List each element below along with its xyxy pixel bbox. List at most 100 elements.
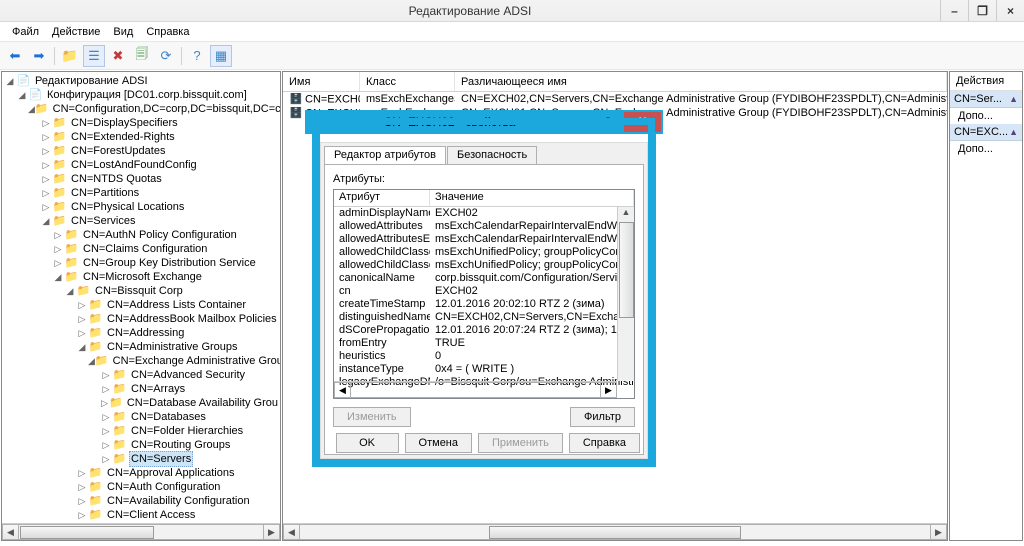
- tree-item[interactable]: ▷📁CN=Group Key Distribution Service: [2, 256, 280, 270]
- refresh-icon[interactable]: 🗐: [131, 45, 153, 67]
- maximize-button[interactable]: ❐: [968, 0, 996, 21]
- tree-exchgroup[interactable]: ◢📁CN=Exchange Administrative Grou: [2, 354, 280, 368]
- tree-item[interactable]: ▷📁CN=DisplaySpecifiers: [2, 116, 280, 130]
- dialog-close-button[interactable]: X: [624, 112, 661, 132]
- tree-item[interactable]: ▷📁CN=Addressing: [2, 326, 280, 340]
- ok-button[interactable]: OK: [336, 433, 399, 453]
- help-button[interactable]: Справка: [569, 433, 640, 453]
- folder-icon: 📁: [52, 131, 67, 143]
- attr-row[interactable]: fromEntryTRUE: [334, 337, 634, 350]
- actions-more[interactable]: Допо...: [950, 108, 1022, 124]
- tree-config-node[interactable]: ◢📄Конфигурация [DC01.corp.bissquit.com]: [2, 88, 280, 102]
- tree-admingroups[interactable]: ◢📁CN=Administrative Groups: [2, 340, 280, 354]
- attr-row[interactable]: heuristics0: [334, 350, 634, 363]
- attr-row[interactable]: allowedAttributesmsExchCalendarRepairInt…: [334, 220, 634, 233]
- tree-msexch[interactable]: ◢📁CN=Microsoft Exchange: [2, 270, 280, 284]
- attr-row[interactable]: adminDisplayNameEXCH02: [334, 207, 634, 220]
- close-button[interactable]: ×: [996, 0, 1024, 21]
- folder-icon: 📁: [52, 117, 67, 129]
- tree-item[interactable]: ▷📁CN=ForestUpdates: [2, 144, 280, 158]
- folder-icon: 📁: [64, 257, 79, 269]
- tree-item[interactable]: ▷📁CN=Client Access: [2, 508, 280, 522]
- tree-item[interactable]: ▷📁CN=AddressBook Mailbox Policies: [2, 312, 280, 326]
- folder-icon: 📁: [112, 439, 127, 451]
- scroll-right-icon[interactable]: ▶: [930, 524, 947, 540]
- tree-item[interactable]: ▷📁CN=Partitions: [2, 186, 280, 200]
- attr-row[interactable]: cnEXCH02: [334, 285, 634, 298]
- list-header-dn[interactable]: Различающееся имя: [455, 72, 947, 91]
- attr-row[interactable]: dSCorePropagationD...12.01.2016 20:07:24…: [334, 324, 634, 337]
- tree-view-icon[interactable]: ☰: [83, 45, 105, 67]
- attr-row[interactable]: createTimeStamp12.01.2016 20:02:10 RTZ 2…: [334, 298, 634, 311]
- tree-item[interactable]: ▷📁CN=AuthN Policy Configuration: [2, 228, 280, 242]
- tree-item[interactable]: ▷📁CN=Extended-Rights: [2, 130, 280, 144]
- tree-item[interactable]: ▷📁CN=Advanced Security: [2, 368, 280, 382]
- back-icon[interactable]: ⬅: [4, 45, 26, 67]
- tree-servers[interactable]: ▷📁CN=Servers: [2, 452, 280, 466]
- menu-action[interactable]: Действие: [46, 24, 106, 40]
- tree-biss[interactable]: ◢📁CN=Bissquit Corp: [2, 284, 280, 298]
- tree-item[interactable]: ▷📁CN=LostAndFoundConfig: [2, 158, 280, 172]
- attr-vscroll[interactable]: ▲: [617, 207, 634, 381]
- tab-security[interactable]: Безопасность: [447, 146, 537, 164]
- tree-item[interactable]: ▷📁CN=Database Availability Grou: [2, 396, 280, 410]
- panel-icon[interactable]: ▦: [210, 45, 232, 67]
- export-icon[interactable]: ⟳: [155, 45, 177, 67]
- tree-root-node[interactable]: ◢📄Редактирование ADSI: [2, 74, 280, 88]
- scroll-left-icon[interactable]: ◀: [2, 524, 19, 540]
- menu-view[interactable]: Вид: [107, 24, 139, 40]
- scroll-left-icon[interactable]: ◀: [283, 524, 300, 540]
- tree-item[interactable]: ▷📁CN=Auth Configuration: [2, 480, 280, 494]
- filter-button[interactable]: Фильтр: [570, 407, 635, 427]
- dialog-title: CN=EXCH02 - свойства: [305, 115, 594, 129]
- menu-file[interactable]: Файл: [6, 24, 45, 40]
- dialog-help-button[interactable]: ?: [594, 112, 622, 132]
- folder-icon: 📁: [95, 355, 109, 367]
- tree-hscroll[interactable]: ◀ ▶: [2, 523, 280, 540]
- tree-services[interactable]: ◢📁CN=Services: [2, 214, 280, 228]
- tree-item[interactable]: ▷📁CN=Address Lists Container: [2, 298, 280, 312]
- edit-button[interactable]: Изменить: [333, 407, 411, 427]
- scroll-right-icon[interactable]: ▶: [263, 524, 280, 540]
- delete-icon[interactable]: ✖: [107, 45, 129, 67]
- attr-row[interactable]: allowedAttributesEffe...msExchCalendarRe…: [334, 233, 634, 246]
- actions-section-exch[interactable]: CN=EXC...▲: [950, 124, 1022, 141]
- menu-help[interactable]: Справка: [140, 24, 195, 40]
- minimize-button[interactable]: –: [940, 0, 968, 21]
- folder-icon: 📁: [64, 243, 79, 255]
- actions-more[interactable]: Допо...: [950, 141, 1022, 157]
- attr-col-name[interactable]: Атрибут: [334, 190, 430, 206]
- list-header-class[interactable]: Класс: [360, 72, 455, 91]
- list-row[interactable]: 🗄️CN=EXCH02 msExchExchangeServer CN=EXCH…: [283, 92, 947, 106]
- tree-item[interactable]: ▷📁CN=Physical Locations: [2, 200, 280, 214]
- attr-col-value[interactable]: Значение: [430, 190, 634, 206]
- attr-row[interactable]: allowedChildClassesE...msExchUnifiedPoli…: [334, 259, 634, 272]
- attributes-grid[interactable]: Атрибут Значение adminDisplayNameEXCH02a…: [333, 189, 635, 399]
- attr-hscroll[interactable]: ◀ ▶: [334, 381, 617, 398]
- attr-row[interactable]: canonicalNamecorp.bissquit.com/Configura…: [334, 272, 634, 285]
- tree-item[interactable]: ▷📁CN=Claims Configuration: [2, 242, 280, 256]
- up-icon[interactable]: 📁: [59, 45, 81, 67]
- folder-icon: 📁: [88, 467, 103, 479]
- list-header-name[interactable]: Имя: [283, 72, 360, 91]
- tree-item[interactable]: ▷📁CN=NTDS Quotas: [2, 172, 280, 186]
- tree-cn-config[interactable]: ◢📁CN=Configuration,DC=corp,DC=bissquit,D…: [2, 102, 280, 116]
- apply-button[interactable]: Применить: [478, 433, 563, 453]
- tree-item[interactable]: ▷📁CN=Approval Applications: [2, 466, 280, 480]
- tree-scroll[interactable]: ◢📄Редактирование ADSI ◢📄Конфигурация [DC…: [2, 72, 280, 523]
- cancel-button[interactable]: Отмена: [405, 433, 472, 453]
- tree-item[interactable]: ▷📁CN=Databases: [2, 410, 280, 424]
- tree-item[interactable]: ▷📁CN=Folder Hierarchies: [2, 424, 280, 438]
- attr-row[interactable]: instanceType0x4 = ( WRITE ): [334, 363, 634, 376]
- attr-row[interactable]: allowedChildClassesmsExchUnifiedPolicy; …: [334, 246, 634, 259]
- actions-section-servers[interactable]: CN=Ser...▲: [950, 91, 1022, 108]
- tree-item[interactable]: ▷📁CN=Arrays: [2, 382, 280, 396]
- help-icon[interactable]: ?: [186, 45, 208, 67]
- forward-icon[interactable]: ➡: [28, 45, 50, 67]
- tree-item[interactable]: ▷📁CN=Availability Configuration: [2, 494, 280, 508]
- tab-attributes[interactable]: Редактор атрибутов: [324, 146, 446, 164]
- tree-item[interactable]: ▷📁CN=Routing Groups: [2, 438, 280, 452]
- list-hscroll[interactable]: ◀ ▶: [283, 523, 947, 540]
- attr-row[interactable]: distinguishedNameCN=EXCH02,CN=Servers,CN…: [334, 311, 634, 324]
- actions-pane: Действия CN=Ser...▲ Допо... CN=EXC...▲ Д…: [949, 71, 1023, 541]
